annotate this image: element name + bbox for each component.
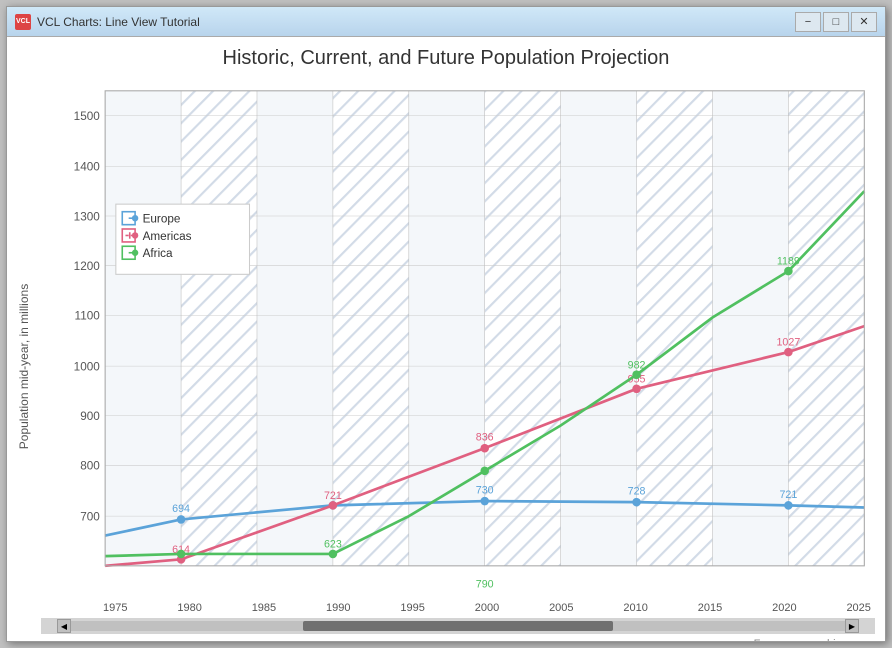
svg-text:1189: 1189 [777,256,800,268]
svg-text:1400: 1400 [74,160,101,174]
svg-text:800: 800 [80,459,100,473]
x-label-1995: 1995 [400,602,424,614]
svg-text:1027: 1027 [777,337,801,349]
svg-text:900: 900 [80,409,100,423]
svg-text:730: 730 [476,484,494,496]
svg-text:721: 721 [324,490,342,502]
x-label-1985: 1985 [252,602,276,614]
content-area: Historic, Current, and Future Population… [7,37,885,641]
svg-text:694: 694 [172,503,190,515]
x-label-2005: 2005 [549,602,573,614]
maximize-button[interactable]: □ [823,12,849,32]
titlebar: VCL VCL Charts: Line View Tutorial − □ ✕ [7,7,885,37]
svg-text:982: 982 [628,359,646,371]
x-label-2000: 2000 [475,602,499,614]
svg-text:Americas: Americas [143,229,192,243]
x-label-2025: 2025 [846,602,870,614]
window-controls: − □ ✕ [795,12,877,32]
app-icon: VCL [15,14,31,30]
svg-text:721: 721 [779,489,797,501]
x-label-1975: 1975 [103,602,127,614]
svg-text:1300: 1300 [74,209,101,223]
svg-text:1100: 1100 [75,309,101,323]
svg-text:Africa: Africa [143,246,173,260]
minimize-button[interactable]: − [795,12,821,32]
y-axis-label: Population mid-year, in millions [17,80,37,641]
x-axis-labels: 1975 1980 1985 1990 1995 2000 2005 2010 … [41,598,875,616]
scroll-right-button[interactable]: ▶ [845,619,859,633]
scroll-left-button[interactable]: ◀ [57,619,71,633]
chart-svg-container: 700 800 900 1000 1100 [41,80,875,598]
scrollbar-track[interactable] [71,621,845,631]
scrollbar-thumb[interactable] [303,621,613,631]
svg-text:623: 623 [324,538,342,550]
x-label-2020: 2020 [772,602,796,614]
svg-text:1200: 1200 [74,259,101,273]
svg-text:728: 728 [628,486,646,498]
chart-svg: 700 800 900 1000 1100 [41,80,875,598]
scrollbar[interactable]: ◀ ▶ [41,618,875,634]
svg-text:Europe: Europe [143,211,181,225]
svg-text:700: 700 [80,509,100,523]
watermark: From www.geohive.com [41,636,875,641]
main-window: VCL VCL Charts: Line View Tutorial − □ ✕… [6,6,886,642]
x-label-2010: 2010 [623,602,647,614]
svg-text:1000: 1000 [74,359,101,373]
x-label-1980: 1980 [177,602,201,614]
chart-area: Population mid-year, in millions [17,80,875,641]
chart-main: 700 800 900 1000 1100 [41,80,875,641]
window-title: VCL Charts: Line View Tutorial [37,15,795,29]
chart-title: Historic, Current, and Future Population… [17,47,875,70]
svg-text:790: 790 [476,578,494,590]
x-label-2015: 2015 [698,602,722,614]
close-button[interactable]: ✕ [851,12,877,32]
svg-text:1500: 1500 [74,109,101,123]
x-label-1990: 1990 [326,602,350,614]
svg-text:836: 836 [476,432,494,444]
